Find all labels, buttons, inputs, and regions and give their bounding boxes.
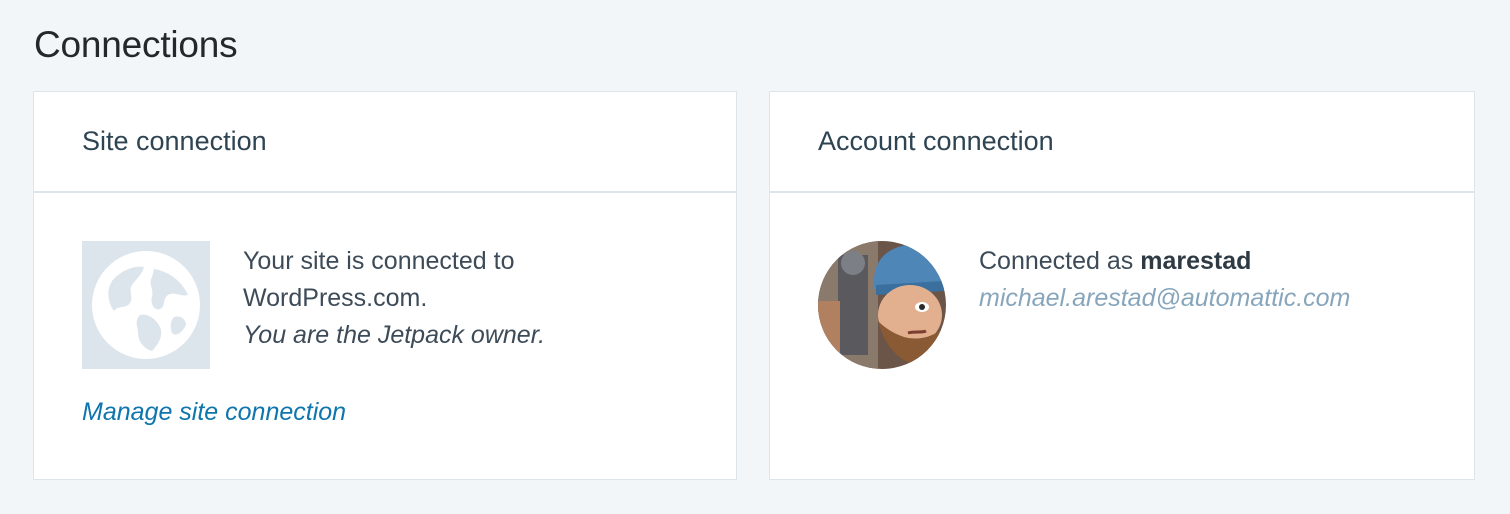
account-connection-header: Account connection [770, 92, 1474, 193]
site-connection-body: Your site is connected to WordPress.com.… [34, 193, 736, 479]
account-email-link[interactable]: michael.arestad@automattic.com [979, 284, 1350, 312]
account-connection-heading: Account connection [818, 126, 1054, 156]
globe-icon [82, 241, 210, 369]
account-connection-body: Connected as marestad michael.arestad@au… [770, 193, 1474, 479]
site-connection-header: Site connection [34, 92, 736, 193]
account-connection-info: Connected as marestad michael.arestad@au… [979, 243, 1350, 317]
owner-line: You are the Jetpack owner. [243, 321, 546, 349]
manage-site-connection-link[interactable]: Manage site connection [82, 398, 346, 427]
connected-as-line: Connected as marestad [979, 247, 1252, 275]
page-title: Connections [34, 24, 238, 65]
user-avatar [818, 241, 946, 369]
account-connection-card: Account connection Connected as marestad… [769, 91, 1475, 480]
site-connection-heading: Site connection [82, 126, 267, 156]
site-connection-card: Site connection Your site is connected t… [33, 91, 737, 480]
status-line: Your site is connected to WordPress.com. [243, 247, 515, 312]
site-connection-status: Your site is connected to WordPress.com.… [243, 243, 573, 354]
username: marestad [1140, 247, 1252, 275]
